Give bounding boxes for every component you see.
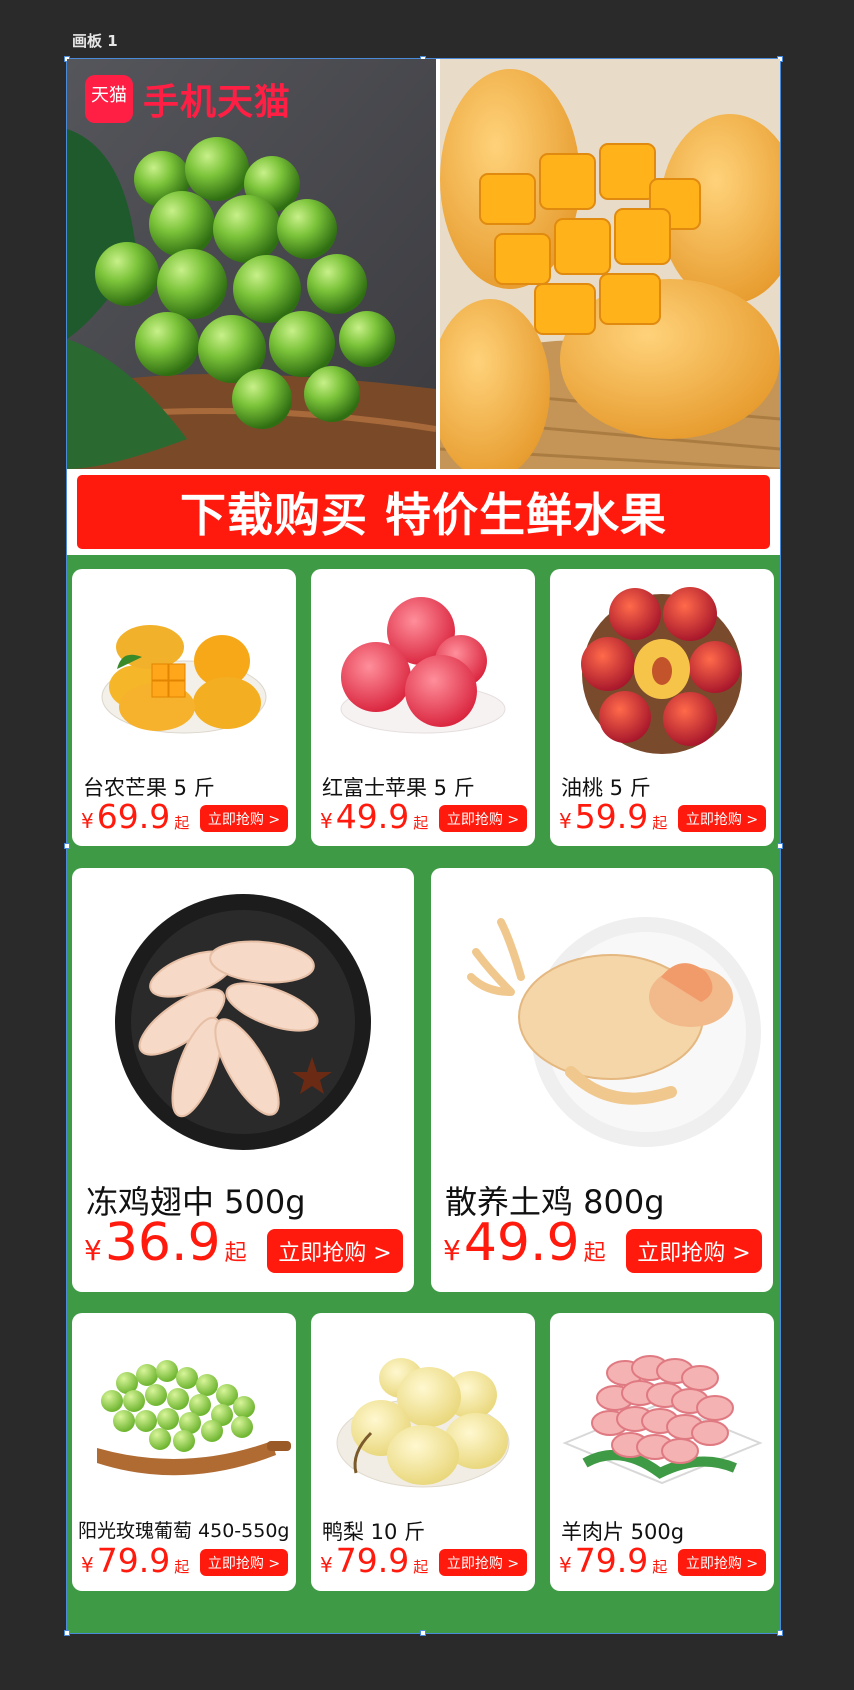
tmall-badge-icon: 天猫: [85, 75, 133, 123]
buy-now-button[interactable]: 立即抢购 >: [200, 1549, 288, 1576]
product-card-apple[interactable]: 红富士苹果 5 斤 ¥49.9 起 立即抢购 >: [311, 569, 535, 846]
product-name: 阳光玫瑰葡萄 450-550g: [78, 1520, 290, 1542]
selection-handle-bottom-left[interactable]: [64, 1630, 70, 1636]
product-card-nectarine[interactable]: 油桃 5 斤 ¥59.9 起 立即抢购 >: [550, 569, 774, 846]
tmall-logo: 天猫 手机天猫: [85, 73, 291, 125]
hero-grapes-image: 天猫 手机天猫: [67, 59, 436, 469]
product-card-mango[interactable]: 台农芒果 5 斤 ¥69.9 起 立即抢购 >: [72, 569, 296, 846]
product-price: ¥79.9 起: [81, 1541, 190, 1580]
buy-now-button[interactable]: 立即抢购 >: [439, 805, 527, 832]
product-price: ¥79.9 起: [559, 1541, 668, 1580]
selection-handle-bottom-center[interactable]: [420, 1630, 426, 1636]
selection-handle-middle-left[interactable]: [64, 843, 70, 849]
product-price: ¥49.9 起: [320, 797, 429, 836]
product-price: ¥59.9 起: [559, 797, 668, 836]
hero-section: 天猫 手机天猫 下载购买 特价生鲜水果: [67, 59, 780, 555]
artboard-label: 画板 1: [72, 32, 118, 50]
design-canvas: 天猫 手机天猫 下载购买 特价生鲜水果 台农芒果 5 斤 ¥ 69.9 起 立即…: [64, 56, 783, 1636]
buy-now-button[interactable]: 立即抢购 >: [678, 1549, 766, 1576]
pears-plate-icon: [336, 1358, 510, 1488]
lamb-slices-icon: [562, 1355, 763, 1485]
red-apples-icon: [340, 597, 506, 734]
green-grapes-icon: [97, 1360, 291, 1476]
product-card-whole-chicken[interactable]: 散养土鸡 800g ¥49.9 起 立即抢购 >: [431, 868, 773, 1292]
product-price: ¥79.9 起: [320, 1541, 429, 1580]
buy-now-button[interactable]: 立即抢购 >: [626, 1229, 762, 1273]
selection-handle-middle-right[interactable]: [777, 843, 783, 849]
whole-chicken-icon: [467, 917, 761, 1147]
mango-plate-icon: [101, 625, 267, 734]
tmall-brand-text: 手机天猫: [143, 82, 292, 123]
product-card-chicken-wings[interactable]: 冻鸡翅中 500g ¥36.9 起 立即抢购 >: [72, 868, 414, 1292]
buy-now-button[interactable]: 立即抢购 >: [267, 1229, 403, 1273]
promo-banner[interactable]: 下载购买 特价生鲜水果: [77, 475, 770, 549]
buy-now-button[interactable]: 立即抢购 >: [439, 1549, 527, 1576]
product-card-pear[interactable]: 鸭梨 10 斤 ¥79.9 起 立即抢购 >: [311, 1313, 535, 1591]
mango-illustration: [440, 59, 780, 469]
buy-now-button[interactable]: 立即抢购 >: [678, 805, 766, 832]
nectarines-bowl-icon: [581, 587, 742, 754]
chicken-wings-icon: [115, 894, 371, 1150]
buy-now-button[interactable]: 立即抢购 >: [200, 805, 288, 832]
product-price: ¥69.9 起: [81, 797, 190, 836]
product-price: ¥49.9 起: [443, 1213, 606, 1273]
product-card-grapes[interactable]: 阳光玫瑰葡萄 450-550g ¥79.9 起 立即抢购 >: [72, 1313, 296, 1591]
product-card-lamb[interactable]: 羊肉片 500g ¥79.9 起 立即抢购 >: [550, 1313, 774, 1591]
hero-mango-image: [440, 59, 780, 469]
selection-handle-bottom-right[interactable]: [777, 1630, 783, 1636]
product-price: ¥36.9 起: [84, 1213, 247, 1273]
